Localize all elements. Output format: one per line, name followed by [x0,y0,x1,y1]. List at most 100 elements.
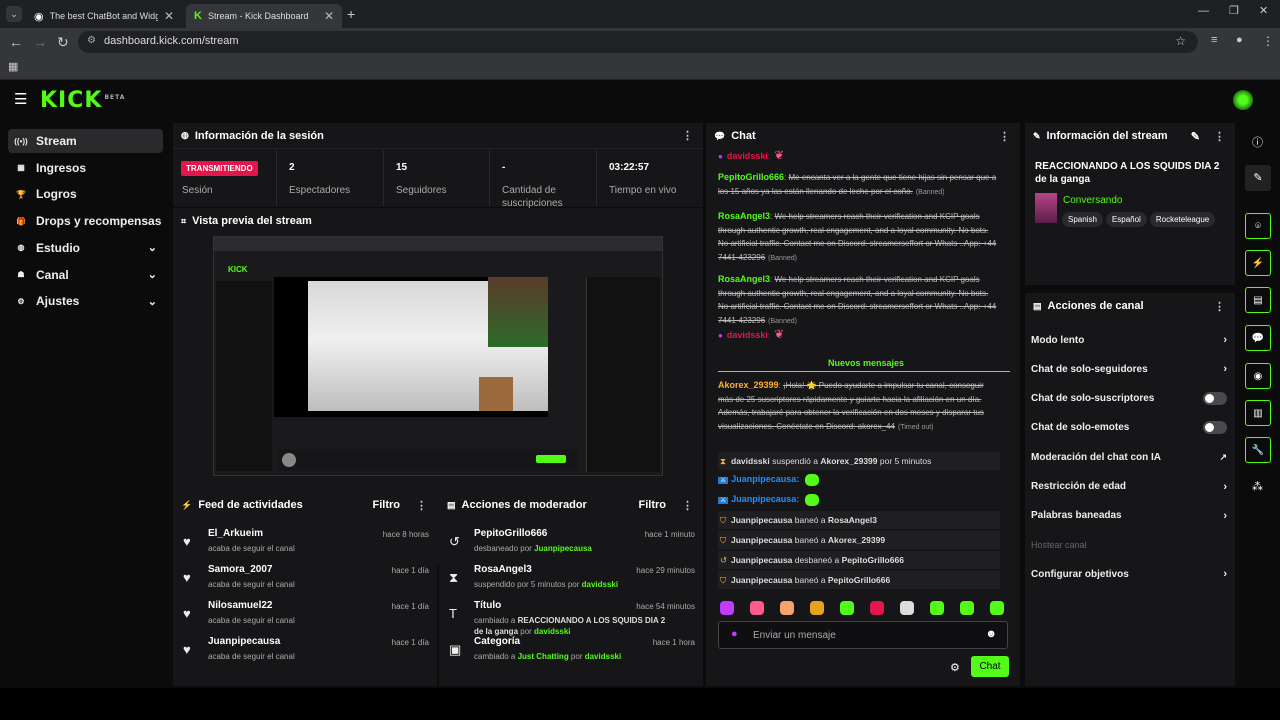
back-icon[interactable]: ← [9,34,23,50]
mod-action-item[interactable]: ⧗ RosaAngel3 suspendido por 5 minutos por … [449,564,699,598]
chat-username[interactable]: PepitoGrillo666 [718,172,784,182]
media-icon[interactable]: ≡ [1211,34,1217,46]
mod-action-item[interactable]: ↺ PepitoGrillo666 desbaneado por Juanpipec… [449,528,699,562]
sidebar-item-logros[interactable]: 🏆 Logros [8,182,163,206]
detail-moderator[interactable]: Juanpipecausa [534,544,592,553]
site-info-icon[interactable]: ⚙ [87,35,96,46]
sidebar-item-estudio[interactable]: ◍ Estudio ⌄ [8,236,163,260]
rail-camera-icon[interactable]: ⌾ [1245,213,1271,239]
event-actor[interactable]: Juanpipecausa [731,575,792,585]
rail-broadcast-icon[interactable]: ◉ [1245,363,1271,389]
detail-moderator[interactable]: davidsski [534,627,570,636]
mod-action-item[interactable]: ▣ Categoría cambiado a Just Chatting por d… [449,636,699,670]
bookmark-star-icon[interactable]: ☆ [1175,34,1186,48]
feed-item[interactable]: ♥ Nilosamuel22 acaba de seguir el canal hac… [183,600,433,634]
event-target[interactable]: PepitoGrillo666 [828,575,890,585]
chat-message[interactable]: ⚔ Juanpipecausa: [718,493,1000,508]
feed-item[interactable]: ♥ Juanpipecausa acaba de seguir el canal ha… [183,636,433,670]
rail-wrench-icon[interactable]: 🔧 [1245,437,1271,463]
rail-list-icon[interactable]: ▤ [1245,287,1271,313]
more-options-icon[interactable]: ⋮ [1214,300,1225,313]
detail-moderator[interactable]: davidsski [582,580,618,589]
profile-icon[interactable]: ● [1236,34,1243,46]
toggle-switch[interactable] [1203,392,1227,406]
tab-list-icon[interactable]: ⌄ [6,6,22,22]
hamburger-menu-icon[interactable]: ☰ [14,90,27,108]
detail-moderator[interactable]: davidsski [585,652,621,661]
chat-username[interactable]: davidsski [727,330,768,340]
emote-picker-icon[interactable] [930,601,944,615]
channel-action-chat-de-solo-suscriptores[interactable]: Chat de solo-suscriptores [1031,388,1227,410]
url-field[interactable]: ⚙ dashboard.kick.com/stream ☆ [78,31,1198,53]
sidebar-item-ingresos[interactable]: ▦ Ingresos [8,156,163,180]
chat-message[interactable]: RosaAngel3: We help streamers reach thei… [718,210,1000,265]
chat-username[interactable]: Akorex_29399 [718,380,779,390]
filter-button[interactable]: Filtro [639,499,667,511]
event-actor[interactable]: Juanpipecausa [731,515,792,525]
category-name[interactable]: Conversando [1063,195,1122,206]
chat-message[interactable]: RosaAngel3: We help streamers reach thei… [718,273,1000,328]
event-actor[interactable]: davidsski [731,456,770,466]
close-tab-icon[interactable]: ✕ [324,9,334,23]
close-tab-icon[interactable]: ✕ [164,9,174,23]
minimize-icon[interactable]: — [1198,5,1209,17]
chat-username[interactable]: RosaAngel3 [718,274,770,284]
emote-picker-icon[interactable] [960,601,974,615]
emote-picker-icon[interactable] [870,601,884,615]
new-tab-button[interactable]: + [347,6,355,22]
kick-logo[interactable]: KICK BETA [40,88,125,113]
event-actor[interactable]: Juanpipecausa [731,555,792,565]
browser-tab-kick[interactable]: K Stream - Kick Dashboard ✕ [186,4,342,28]
event-target[interactable]: PepitoGrillo666 [842,555,904,565]
sidebar-item-drops-y-recompensas[interactable]: 🎁 Drops y recompensas [8,209,163,233]
feed-item[interactable]: ♥ El_Arkueim acaba de seguir el canal hace … [183,528,433,562]
event-actor[interactable]: Juanpipecausa [731,535,792,545]
edit-pencil-icon[interactable]: ✎ [1191,130,1200,143]
emote-picker-icon[interactable] [750,601,764,615]
emote-picker-icon[interactable] [840,601,854,615]
channel-action-restricción-de-edad[interactable]: Restricción de edad › [1031,476,1227,498]
toggle-switch[interactable] [1203,421,1227,435]
chat-settings-icon[interactable]: ⚙ [950,661,960,674]
emote-picker-icon[interactable] [810,601,824,615]
rail-chat-icon[interactable]: 💬 [1245,325,1271,351]
send-chat-button[interactable]: Chat [971,656,1009,677]
info-circle-icon[interactable]: ⓘ [1252,134,1263,150]
close-window-icon[interactable]: ✕ [1259,4,1268,17]
chat-message[interactable]: ⚔ Juanpipecausa: [718,473,1000,488]
channel-action-configurar-objetivos[interactable]: Configurar objetivos › [1031,563,1227,585]
rail-more-icon[interactable]: ⁂ [1252,480,1263,493]
apps-grid-icon[interactable]: ▦ [8,60,18,73]
chat-message[interactable]: Akorex_29399: ¡Hola! 🌟 Puedo ayudarte a … [718,379,990,434]
chat-message[interactable]: PepitoGrillo666: Me encanta ver a la gen… [718,171,1000,199]
tag-pill[interactable]: Spanish [1062,212,1103,227]
chat-message[interactable]: ● davidsski: ❦ [718,148,1000,164]
sidebar-item-stream[interactable]: ((•)) Stream [8,129,163,153]
browser-menu-icon[interactable]: ⋮ [1262,34,1274,48]
reload-icon[interactable]: ↻ [57,34,69,51]
chat-username[interactable]: RosaAngel3 [718,211,770,221]
channel-action-chat-de-solo-seguidores[interactable]: Chat de solo-seguidores › [1031,358,1227,380]
emote-picker-icon[interactable] [780,601,794,615]
event-target[interactable]: Akorex_29399 [828,535,885,545]
tag-pill[interactable]: Español [1105,212,1147,227]
channel-action-modo-lento[interactable]: Modo lento › [1031,329,1227,351]
emote-picker-icon[interactable] [900,601,914,615]
emote-picker-icon[interactable] [720,601,734,615]
filter-button[interactable]: Filtro [373,499,401,511]
sidebar-item-ajustes[interactable]: ⚙ Ajustes ⌄ [8,289,163,313]
more-options-icon[interactable]: ⋮ [682,499,693,512]
sidebar-item-canal[interactable]: ☗ Canal ⌄ [8,263,163,287]
avatar[interactable] [1233,90,1253,110]
stream-preview-video[interactable]: KICK [213,236,663,476]
emoji-icon[interactable]: ☻ [985,628,997,640]
maximize-icon[interactable]: ❐ [1229,4,1239,17]
chat-username[interactable]: Juanpipecausa: [731,474,799,484]
rail-edit-button[interactable]: ✎ [1245,165,1271,191]
chat-username[interactable]: davidsski [727,151,768,161]
feed-item[interactable]: ♥ Samora_2007 acaba de seguir el canal hace… [183,564,433,598]
emote-picker-icon[interactable] [990,601,1004,615]
chat-input[interactable]: ● Enviar un mensaje ☻ [718,621,1008,649]
forward-icon[interactable]: → [33,34,47,50]
more-options-icon[interactable]: ⋮ [682,129,693,142]
